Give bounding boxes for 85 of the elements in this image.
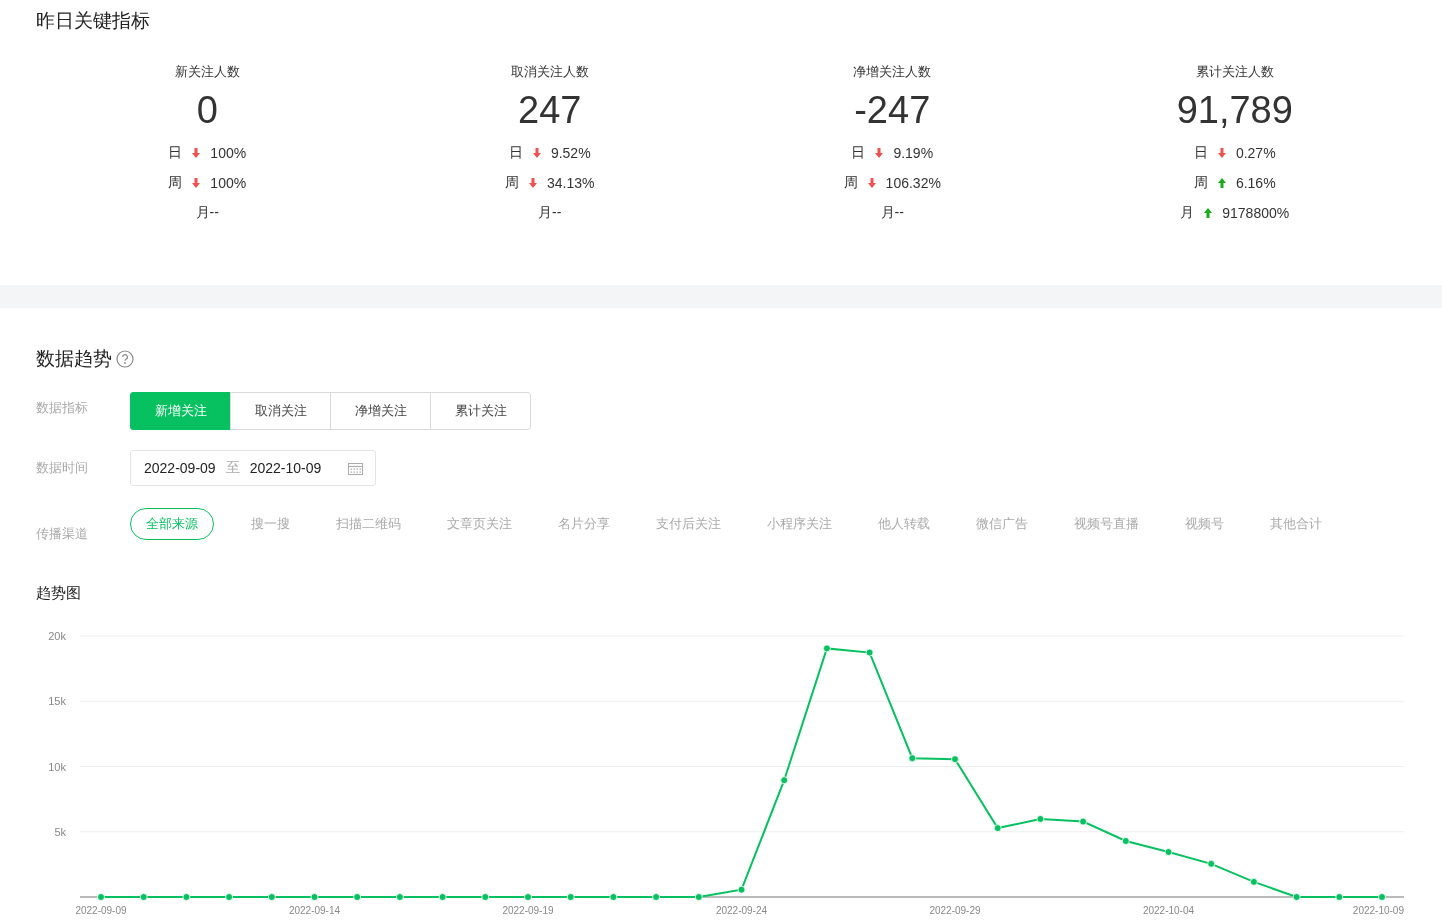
metric-tab[interactable]: 取消关注: [230, 392, 331, 430]
metric-value: 0: [196, 88, 218, 132]
data-point: [438, 893, 447, 901]
data-point: [353, 893, 362, 901]
data-point: [481, 893, 490, 901]
y-axis-label: 10k: [48, 760, 66, 773]
y-axis-label: 15k: [48, 695, 66, 708]
change-text: 月--: [880, 204, 904, 222]
x-axis-label: 2022-09-09: [75, 905, 127, 916]
data-point: [823, 644, 831, 653]
data-point: [97, 893, 105, 901]
x-axis-label: 2022-09-19: [502, 905, 554, 916]
data-point: [524, 893, 532, 901]
period-label: 日: [508, 144, 523, 162]
data-point: [652, 893, 660, 901]
period-label: 日: [168, 144, 183, 162]
filter-label: 数据时间: [36, 459, 89, 477]
data-point: [1164, 848, 1173, 856]
data-point: [1036, 815, 1045, 823]
data-point: [1207, 859, 1216, 868]
data-point: [1378, 893, 1386, 901]
period-label: 周: [168, 174, 183, 192]
data-point: [225, 893, 233, 901]
calendar-icon: [348, 461, 363, 475]
change-text: 月--: [195, 204, 219, 222]
x-axis-label: 2022-10-09: [1352, 905, 1404, 916]
data-point: [566, 893, 575, 901]
metric-label: 累计关注人数: [1195, 64, 1274, 80]
y-axis-label: 5k: [54, 825, 66, 838]
section-title: 数据趋势: [36, 347, 112, 371]
data-point: [310, 893, 319, 901]
metric-label: 新关注人数: [174, 64, 240, 80]
change-text: 月--: [538, 204, 562, 222]
y-axis-label: 20k: [48, 630, 66, 642]
data-point: [139, 893, 148, 901]
period-label: 月: [1180, 204, 1195, 222]
section-title: 昨日关键指标: [36, 9, 151, 33]
metric-value: 91,789: [1176, 88, 1293, 132]
change-value: 100%: [210, 145, 247, 161]
data-point: [951, 755, 959, 764]
change-value: 6.16%: [1235, 175, 1276, 191]
metric-tab[interactable]: 累计关注: [430, 392, 531, 430]
help-icon[interactable]: [116, 350, 134, 368]
x-axis-label: 2022-10-04: [1142, 905, 1195, 916]
metric-tab[interactable]: 净增关注: [330, 392, 431, 430]
x-axis-label: 2022-09-29: [929, 905, 981, 916]
data-point: [1292, 893, 1301, 901]
change-value: 9178800%: [1222, 205, 1290, 221]
change-value: 100%: [210, 175, 247, 191]
data-point: [1335, 893, 1344, 901]
metric-label: 取消关注人数: [510, 64, 589, 80]
chart-title: 趋势图: [36, 584, 82, 603]
data-point: [865, 648, 874, 657]
x-axis-label: 2022-09-14: [288, 905, 341, 916]
date-range-field[interactable]: 2022-09-09 至 2022-10-09: [130, 450, 376, 486]
period-label: 日: [851, 144, 866, 162]
channel-tab[interactable]: 全部来源: [130, 508, 214, 540]
period-label: 周: [843, 174, 858, 192]
x-axis-label: 2022-09-24: [715, 905, 768, 916]
change-value: 0.27%: [1235, 145, 1276, 161]
metric-tab[interactable]: 新增关注: [130, 392, 231, 430]
data-point: [396, 893, 404, 901]
data-point: [737, 885, 746, 894]
data-point: [1079, 817, 1087, 826]
change-value: 106.32%: [885, 175, 941, 191]
data-point: [267, 893, 276, 901]
data-point: [993, 824, 1002, 832]
metric-value: 247: [518, 88, 582, 132]
metric-label: 净增关注人数: [853, 64, 932, 80]
data-point: [1121, 837, 1130, 845]
data-point: [1250, 877, 1258, 886]
period-label: 日: [1193, 144, 1208, 162]
data-point: [694, 893, 703, 901]
filter-label: 数据指标: [36, 399, 89, 417]
change-value: 34.13%: [547, 175, 595, 191]
metric-value: -247: [854, 88, 931, 132]
data-point: [182, 893, 191, 901]
data-point: [609, 893, 618, 901]
change-value: 9.19%: [893, 145, 934, 161]
period-label: 周: [1193, 174, 1208, 192]
period-label: 周: [505, 174, 519, 192]
filter-label: 传播渠道: [36, 525, 89, 543]
data-point: [908, 754, 917, 763]
data-point: [780, 776, 789, 785]
change-value: 9.52%: [550, 145, 591, 161]
